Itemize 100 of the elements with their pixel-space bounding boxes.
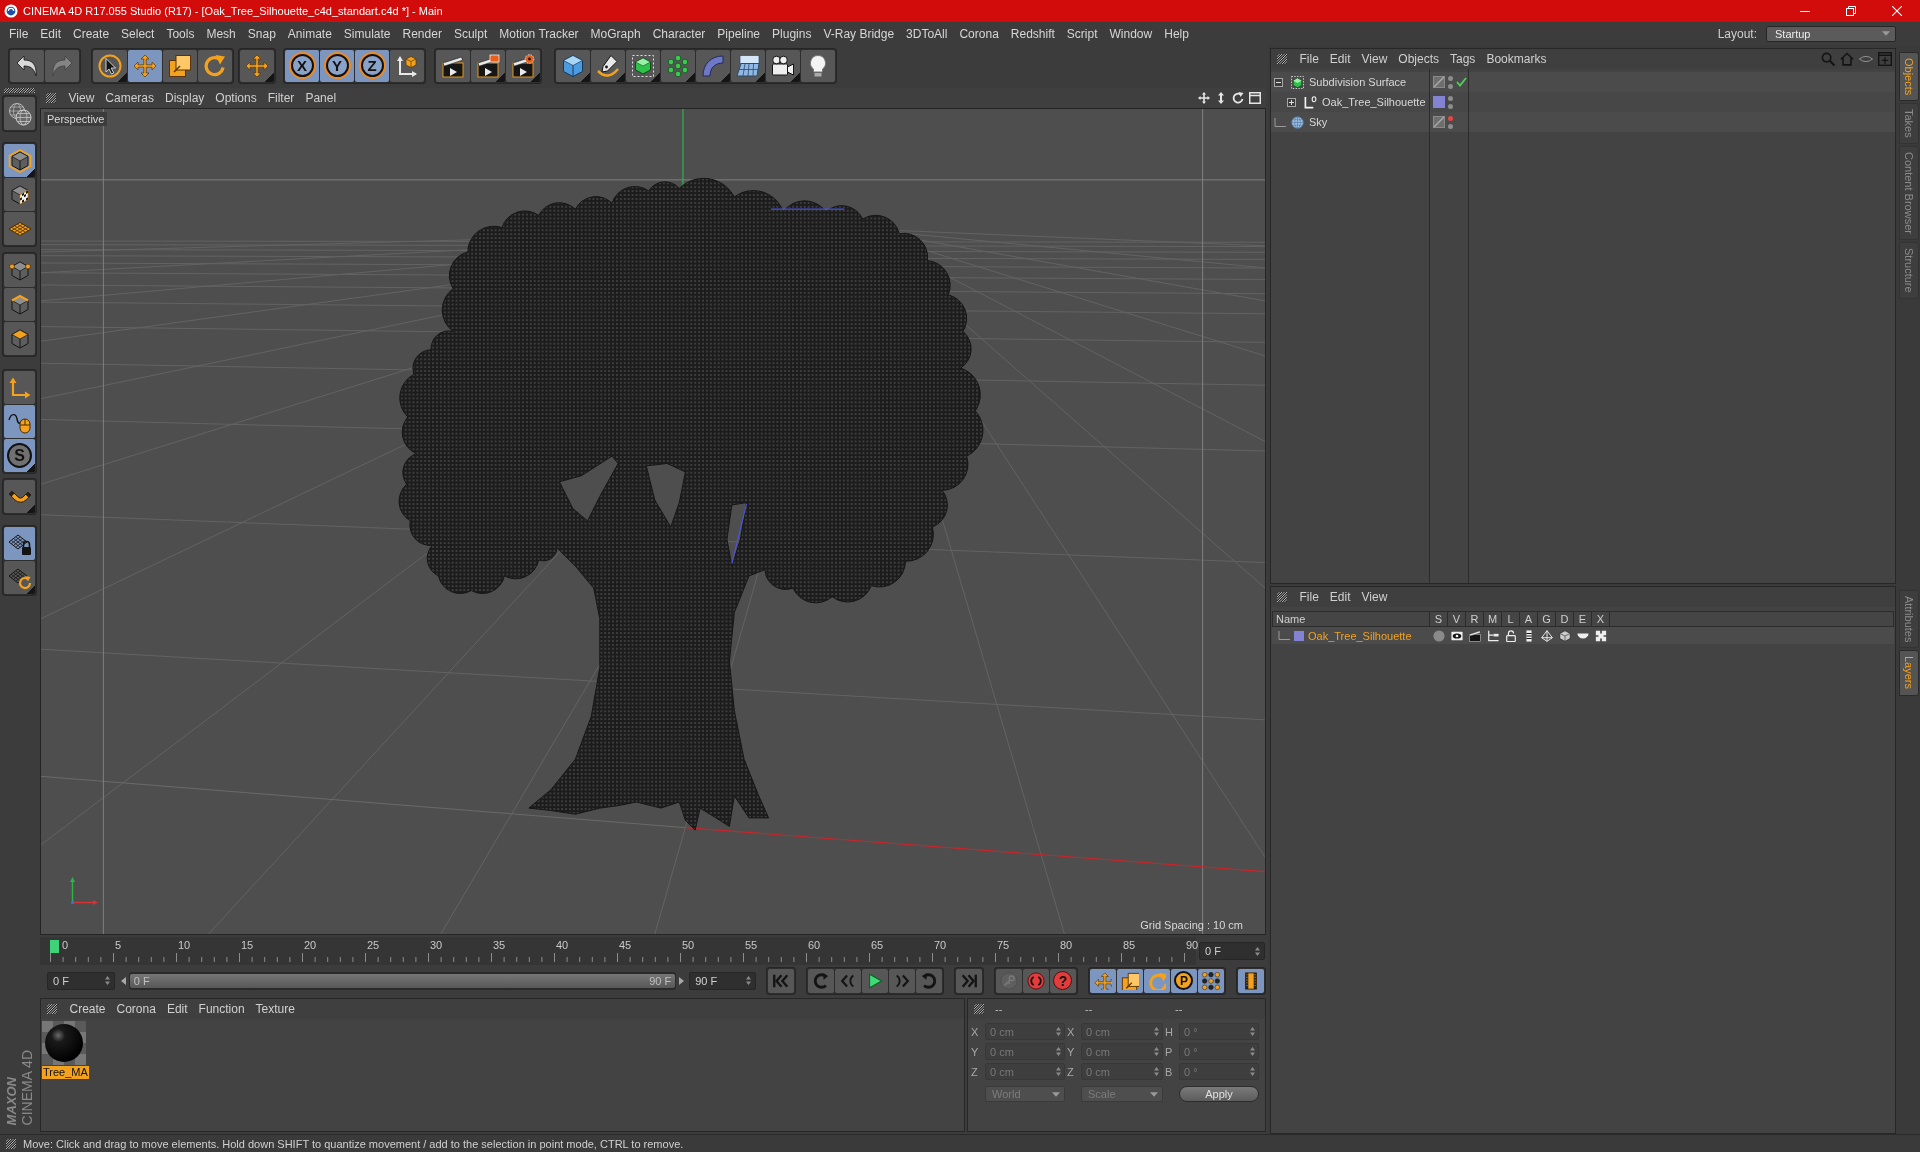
cube-icon[interactable] [1559,629,1571,642]
expand-icon[interactable] [1287,97,1296,107]
current-frame-field[interactable]: 0 F [1199,942,1265,960]
grip-icon[interactable] [47,1004,57,1014]
menu-item[interactable]: Character [646,22,712,45]
vertical-arrows-icon[interactable] [1215,92,1227,104]
lens-icon[interactable] [1859,55,1873,63]
material-name[interactable]: Tree_MA [42,1066,89,1079]
floor-button[interactable] [731,49,765,82]
menu-item[interactable]: Tools [160,22,201,45]
menu-item[interactable]: File [1294,587,1325,607]
column-header[interactable]: X [1592,612,1610,626]
dot-icon[interactable] [1433,629,1445,642]
column-header[interactable]: D [1556,612,1574,626]
menu-item[interactable]: View [63,88,100,108]
menu-item[interactable]: Select [115,22,161,45]
menu-item[interactable]: Cameras [99,88,160,108]
menu-item[interactable]: Pipeline [711,22,767,45]
scale-key-button[interactable] [1117,968,1143,993]
undo-button[interactable] [10,49,44,82]
edges-mode-button[interactable] [4,288,35,321]
y-axis-button[interactable]: Y [320,49,354,82]
menu-item[interactable]: Script [1060,22,1104,45]
menu-item[interactable]: Function [193,999,251,1019]
menu-item[interactable]: Texture [250,999,301,1019]
visibility-dot-icon[interactable] [1448,83,1453,89]
menu-item[interactable]: Bookmarks [1480,49,1552,69]
menu-item[interactable]: Create [67,22,116,45]
menu-item[interactable]: Motion Tracker [493,22,585,45]
cloner-button[interactable] [661,49,695,82]
column-header[interactable]: A [1520,612,1538,626]
rotation-key-button[interactable] [1144,968,1170,993]
block-icon[interactable] [1595,629,1607,642]
menu-item[interactable]: Edit [161,999,194,1019]
object-row[interactable]: Oak_Tree_Silhouette [1271,92,1895,112]
start-frame-field[interactable]: 0 F [47,971,115,990]
points-mode-button[interactable] [4,254,35,287]
camera-button[interactable] [766,49,800,82]
keyframe-selection-button[interactable]: ? [1050,968,1076,993]
menu-item[interactable]: Snap [241,22,282,45]
menu-item[interactable]: Edit [34,22,68,45]
point-level-button[interactable] [1198,968,1224,993]
timeline-ruler[interactable]: 0 5 10 15 20 25 30 35 40 45 50 55 60 65 70 75 80 85 90 [40,937,1196,965]
polygons-mode-button[interactable] [4,322,35,355]
eye-icon[interactable] [1451,629,1463,642]
column-header[interactable]: R [1466,612,1484,626]
play-button[interactable] [862,968,888,993]
previous-key-button[interactable] [808,968,834,993]
menu-item[interactable]: Display [159,88,210,108]
collapse-icon[interactable] [1274,77,1283,87]
model-mode-button[interactable] [4,144,35,177]
render-button[interactable] [471,49,505,82]
scale-tool-button[interactable] [163,49,197,82]
autokey-button[interactable] [1023,968,1049,993]
menu-item[interactable]: Edit [1324,49,1357,69]
workplane-mode-button[interactable] [4,212,35,245]
menu-item[interactable]: File [3,22,35,45]
menu-item[interactable]: Simulate [337,22,397,45]
layer-row[interactable]: Oak_Tree_Silhouette [1272,627,1894,644]
lock-workplane-button[interactable] [4,527,35,560]
visibility-dot-icon[interactable] [1448,75,1453,81]
selection-tool-button[interactable] [93,49,127,82]
workplane-align-button[interactable] [4,561,35,594]
menu-item[interactable]: Redshift [1004,22,1061,45]
menu-item[interactable]: Corona [953,22,1005,45]
column-header[interactable]: V [1448,612,1466,626]
parameter-key-button[interactable]: P [1171,968,1197,993]
clapperboard-icon[interactable] [1469,629,1481,642]
menu-item[interactable]: Panel [299,88,342,108]
coordinate-system-button[interactable] [390,49,424,82]
pen-button[interactable] [591,49,625,82]
apply-button[interactable]: Apply [1179,1086,1259,1102]
next-key-button[interactable] [916,968,942,993]
menu-item[interactable]: Tags [1444,49,1481,69]
light-button[interactable] [801,49,835,82]
window-icon[interactable] [1249,92,1261,104]
side-tab[interactable]: Objects [1899,52,1919,102]
grip-icon[interactable] [1277,54,1287,64]
grip-icon[interactable] [6,1138,16,1149]
segmented-bar-icon[interactable] [1523,629,1535,642]
object-row[interactable]: Sky [1271,112,1895,132]
visibility-dot-icon[interactable] [1448,95,1453,101]
x-axis-button[interactable]: X [285,49,319,82]
column-header[interactable]: Name [1273,612,1430,626]
menu-item[interactable]: MoGraph [584,22,647,45]
menu-item[interactable]: V-Ray Bridge [817,22,901,45]
grip-icon[interactable] [1277,592,1287,602]
subdivision-surface-button[interactable] [626,49,660,82]
menu-item[interactable]: View [1356,587,1393,607]
end-frame-field[interactable]: 90 F [689,971,756,990]
bend-button[interactable] [696,49,730,82]
menu-item[interactable]: Edit [1324,587,1357,607]
column-header[interactable]: M [1484,612,1502,626]
orbit-icon[interactable] [1232,92,1244,104]
padlock-icon[interactable] [1505,629,1517,642]
visibility-dot-icon[interactable] [1448,123,1453,129]
column-header[interactable]: G [1538,612,1556,626]
menu-item[interactable]: File [1294,49,1325,69]
grip-icon[interactable] [974,1004,984,1014]
z-axis-button[interactable]: Z [355,49,389,82]
